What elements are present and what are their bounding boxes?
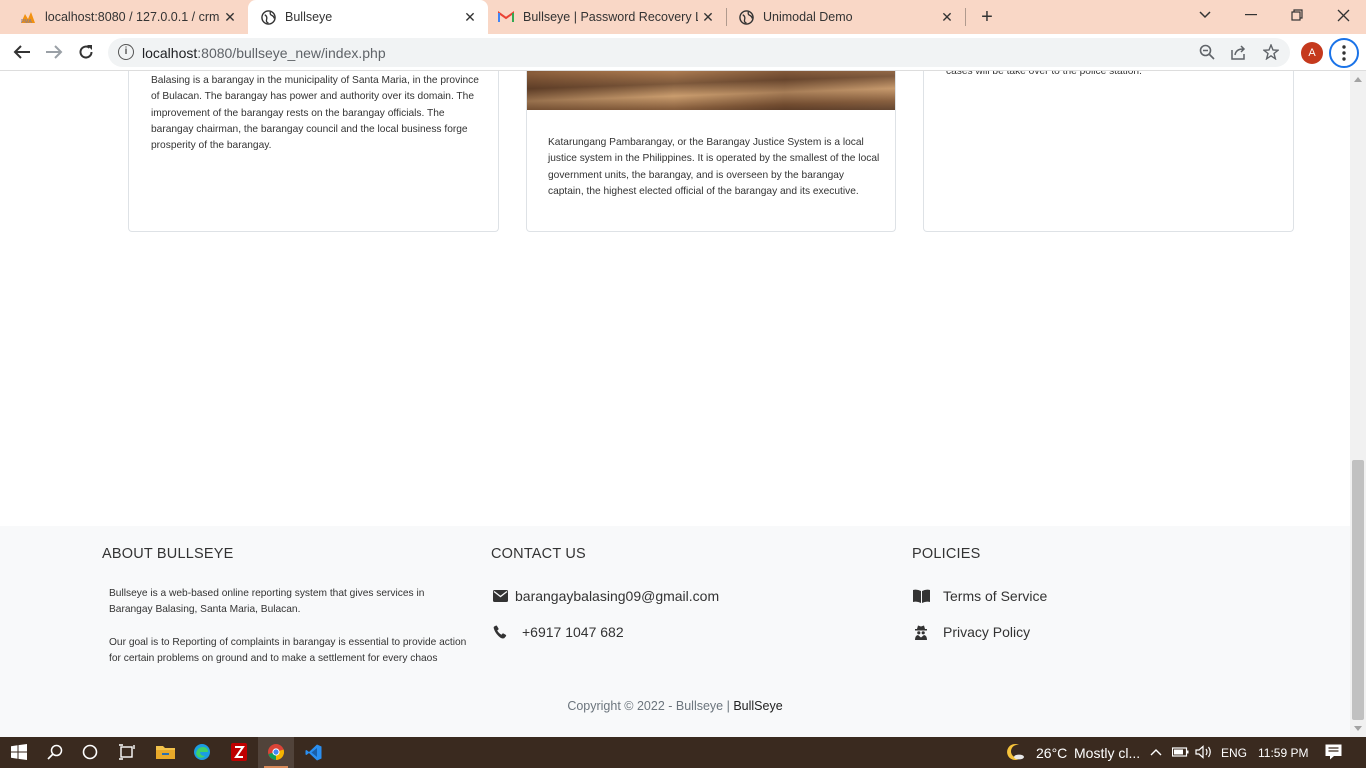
url-text[interactable]: localhost:8080/bullseye_new/index.php (142, 45, 386, 61)
page-viewport: Balasing is a barangay in the municipali… (0, 71, 1350, 737)
minimize-icon[interactable] (1231, 0, 1271, 30)
about-heading: ABOUT BULLSEYE (102, 546, 234, 562)
language-indicator[interactable]: ENG (1221, 746, 1247, 760)
tab-phpmyadmin[interactable]: PMA localhost:8080 / 127.0.0.1 / crms_ ✕ (12, 0, 248, 34)
email-text[interactable]: barangaybalasing09@gmail.com (515, 588, 719, 604)
restore-icon[interactable] (1277, 0, 1317, 30)
tab-title: Bullseye | Password Recovery Link (523, 10, 698, 24)
privacy-link[interactable]: Privacy Policy (912, 623, 1030, 641)
info-card-balasing: Balasing is a barangay in the municipali… (128, 71, 499, 232)
contact-heading: CONTACT US (491, 546, 586, 562)
edge-browser-icon[interactable] (191, 741, 213, 763)
scroll-down-arrow-icon[interactable] (1354, 726, 1362, 731)
tab-strip: PMA localhost:8080 / 127.0.0.1 / crms_ ✕… (0, 0, 1366, 34)
globe-icon (738, 9, 754, 25)
search-icon[interactable] (44, 741, 66, 763)
book-open-icon (912, 587, 930, 605)
forward-arrow-icon[interactable] (42, 40, 66, 64)
chevron-up-icon[interactable] (1145, 741, 1167, 763)
page-scrollbar[interactable] (1350, 71, 1366, 737)
info-card-police: cases will be take over to the police st… (923, 71, 1294, 232)
address-bar[interactable]: i localhost:8080/bullseye_new/index.php (108, 38, 1290, 67)
tab-separator (965, 8, 966, 26)
task-view-icon[interactable] (115, 741, 137, 763)
notification-icon[interactable] (1322, 741, 1344, 763)
svg-text:PMA: PMA (21, 19, 33, 24)
clock[interactable]: 11:59 PM (1258, 746, 1308, 760)
vscode-icon[interactable] (302, 741, 324, 763)
contact-email[interactable]: barangaybalasing09@gmail.com (491, 587, 719, 605)
tab-title: Bullseye (285, 10, 333, 24)
policies-heading: POLICIES (912, 546, 981, 562)
weather-temp[interactable]: 26°C (1036, 745, 1067, 761)
close-icon[interactable]: ✕ (222, 9, 238, 25)
file-explorer-icon[interactable] (154, 741, 176, 763)
contact-phone[interactable]: +6917 1047 682 (491, 623, 624, 641)
new-tab-plus-icon[interactable]: + (976, 6, 998, 28)
terms-link[interactable]: Terms of Service (912, 587, 1047, 605)
volume-icon[interactable] (1193, 741, 1215, 763)
site-footer: ABOUT BULLSEYE Bullseye is a web-based o… (0, 526, 1350, 737)
weather-desc[interactable]: Mostly cl... (1074, 745, 1140, 761)
user-secret-icon (912, 623, 930, 641)
copyright-text: Copyright © 2022 - Bullseye | (567, 699, 734, 713)
card-text: cases will be take over to the police st… (946, 71, 1142, 77)
window-close-icon[interactable] (1323, 0, 1363, 30)
site-info-icon[interactable]: i (118, 44, 134, 60)
windows-start-icon[interactable] (8, 741, 30, 763)
cortana-icon[interactable] (79, 741, 101, 763)
privacy-text[interactable]: Privacy Policy (943, 624, 1030, 640)
card-text: Balasing is a barangay in the municipali… (151, 75, 479, 152)
copyright: Copyright © 2022 - Bullseye | BullSeye (0, 699, 1350, 713)
filezilla-icon[interactable] (228, 741, 250, 763)
bookmark-star-icon[interactable] (1262, 43, 1280, 61)
reload-icon[interactable] (74, 40, 98, 64)
kebab-menu-icon[interactable] (1329, 38, 1359, 68)
weather-moon-icon[interactable] (1004, 741, 1026, 763)
windows-taskbar: 26°C Mostly cl... ENG 11:59 PM (0, 737, 1366, 768)
scroll-up-arrow-icon[interactable] (1354, 77, 1362, 82)
phone-text[interactable]: +6917 1047 682 (522, 624, 624, 640)
copyright-brand-link[interactable]: BullSeye (733, 699, 782, 713)
tab-search-chevron-icon[interactable] (1185, 0, 1225, 30)
about-text-2: Our goal is to Reporting of complaints i… (109, 637, 467, 665)
envelope-icon (491, 587, 509, 605)
zoom-icon[interactable] (1198, 43, 1216, 61)
close-icon[interactable]: ✕ (700, 9, 716, 25)
battery-icon[interactable] (1169, 741, 1191, 763)
globe-icon (260, 9, 276, 25)
gmail-icon (498, 9, 514, 25)
close-icon[interactable]: ✕ (462, 9, 478, 25)
close-icon[interactable]: ✕ (939, 9, 955, 25)
browser-toolbar: i localhost:8080/bullseye_new/index.php … (0, 34, 1366, 71)
phone-icon (491, 623, 509, 641)
profile-avatar[interactable]: A (1301, 42, 1323, 64)
tab-unimodal[interactable]: Unimodal Demo ✕ (727, 0, 965, 34)
tab-title: localhost:8080 / 127.0.0.1 / crms_ (45, 10, 220, 24)
chrome-icon[interactable] (265, 741, 287, 763)
back-arrow-icon[interactable] (10, 40, 34, 64)
terms-text[interactable]: Terms of Service (943, 588, 1047, 604)
share-icon[interactable] (1230, 43, 1248, 61)
tab-bullseye[interactable]: Bullseye ✕ (248, 0, 488, 34)
card-image (527, 71, 895, 110)
tab-gmail[interactable]: Bullseye | Password Recovery Link ✕ (488, 0, 726, 34)
phpmyadmin-icon: PMA (20, 9, 36, 25)
scroll-thumb[interactable] (1352, 460, 1364, 720)
card-text: Katarungang Pambarangay, or the Barangay… (548, 137, 880, 197)
info-card-katarungang: Katarungang Pambarangay, or the Barangay… (526, 71, 896, 232)
tab-title: Unimodal Demo (763, 10, 853, 24)
about-text-1: Bullseye is a web-based online reporting… (109, 588, 425, 616)
